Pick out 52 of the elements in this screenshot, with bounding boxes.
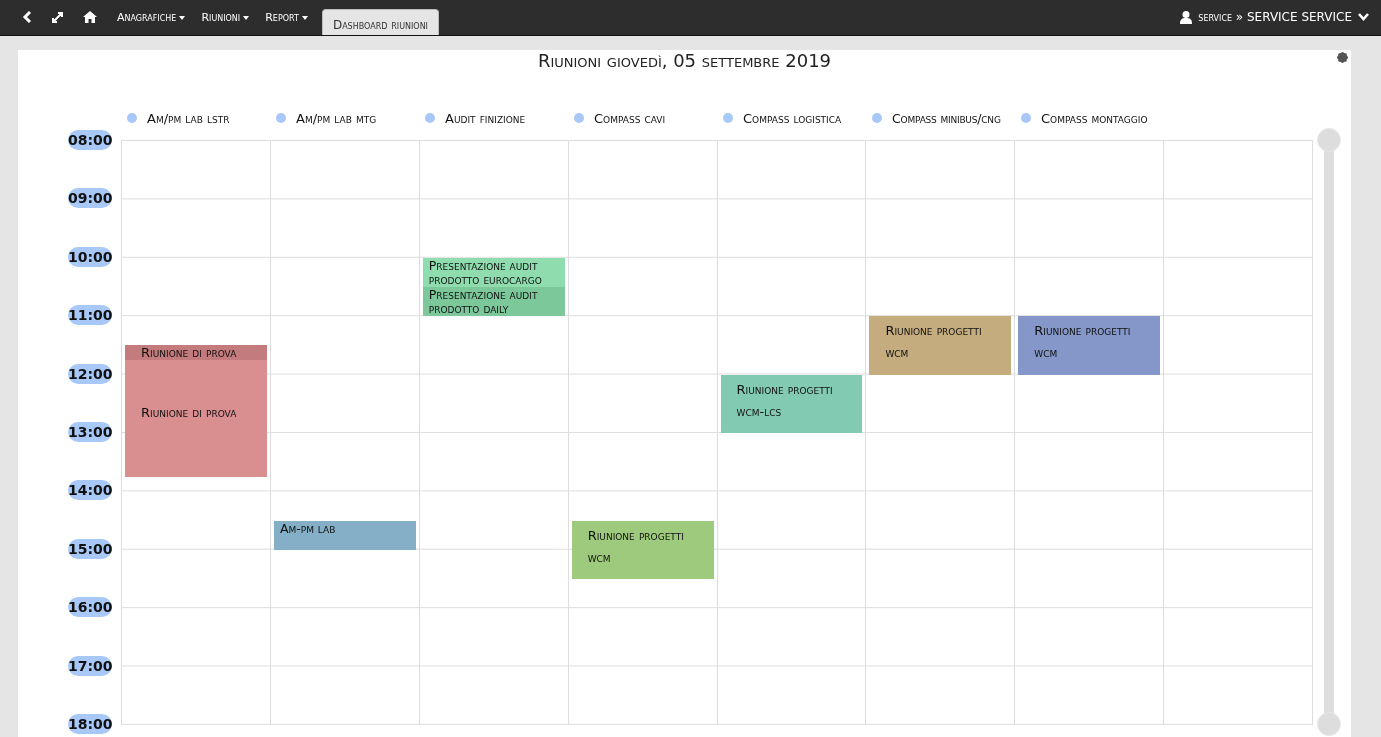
event-block[interactable]: Riunione progetti wcm xyxy=(571,520,714,579)
time-label: 10:00 xyxy=(68,246,112,267)
legend-dot xyxy=(574,113,584,123)
legend-label: Compass minibus/cng xyxy=(892,110,1001,126)
legend-dot xyxy=(1021,113,1031,123)
event-block[interactable]: Riunione di prova xyxy=(125,345,267,360)
event-block[interactable]: Riunione progetti wcm-lcs xyxy=(720,374,863,433)
nav-menu[interactable]: Anagrafiche xyxy=(109,0,194,35)
time-label: 09:00 xyxy=(68,188,112,209)
legend-label: Compass logistica xyxy=(743,110,842,126)
page-title: Riunioni giovedì, 05 settembre 2019 xyxy=(537,50,832,72)
event-block[interactable]: Am-pm lab xyxy=(273,520,416,550)
event-block[interactable]: Presentazione audit prodotto eurocargo xyxy=(422,257,565,287)
legend-dot xyxy=(723,113,733,123)
event-block[interactable]: Riunione di prova xyxy=(125,360,267,477)
expand-icon xyxy=(52,11,63,23)
event-block[interactable]: Presentazione audit prodotto daily xyxy=(422,287,565,317)
legend-dot xyxy=(872,113,882,123)
time-label: 17:00 xyxy=(68,655,112,676)
settings-button[interactable] xyxy=(1337,52,1348,63)
user-menu[interactable]: service » SERVICE SERVICE xyxy=(1180,0,1381,35)
time-label: 16:00 xyxy=(68,597,112,618)
time-label: 14:00 xyxy=(68,480,112,501)
nav-tab[interactable]: Dashboard riunioni xyxy=(321,9,439,35)
legend-label: Compass montaggio xyxy=(1041,110,1148,126)
legend-label: Am/pm lab mtg xyxy=(296,110,377,126)
time-label: 12:00 xyxy=(68,363,112,384)
legend-dot xyxy=(276,113,286,123)
nav-menu[interactable]: Report xyxy=(257,0,316,35)
caret-icon xyxy=(243,15,250,20)
back-icon xyxy=(22,11,32,23)
user-icon xyxy=(1180,10,1193,24)
legend-dot xyxy=(127,113,137,123)
slider-handle[interactable] xyxy=(1317,712,1341,736)
time-label: 13:00 xyxy=(68,422,112,442)
nav-menu[interactable]: Riunioni xyxy=(193,0,258,35)
legend-label: Am/pm lab lstr xyxy=(147,110,230,126)
settings-icon xyxy=(1337,52,1348,63)
time-label: 15:00 xyxy=(68,538,112,559)
chevron-down-icon xyxy=(1358,13,1369,21)
time-label: 11:00 xyxy=(68,305,112,326)
slider-handle[interactable] xyxy=(1317,128,1341,152)
caret-icon xyxy=(179,15,186,20)
time-label: 18:00 xyxy=(68,714,112,734)
legend-dot xyxy=(425,113,435,123)
home-icon xyxy=(83,11,97,23)
time-label: 08:00 xyxy=(68,130,112,150)
event-block[interactable]: Riunione progetti wcm xyxy=(1018,316,1161,375)
event-block[interactable]: Riunione progetti wcm xyxy=(869,316,1012,375)
legend-label: Audit finizione xyxy=(445,110,526,126)
legend-label: Compass cavi xyxy=(594,110,666,126)
caret-icon xyxy=(301,15,308,20)
